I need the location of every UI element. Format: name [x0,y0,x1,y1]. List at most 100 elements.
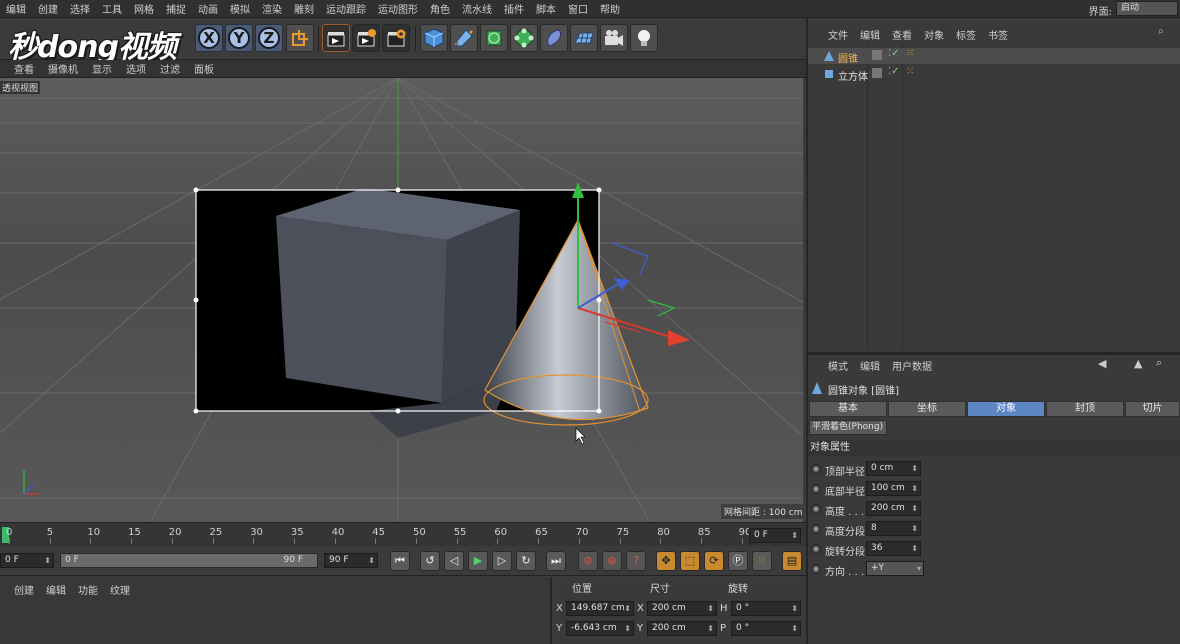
back-arrow-icon[interactable]: ◀ [1098,357,1106,370]
pen-spline-button[interactable] [450,24,478,52]
bottom-radius-field[interactable]: 100 cm [866,481,921,496]
size-x-field[interactable]: 200 cm [647,601,717,616]
tab-object[interactable]: 对象 [967,401,1045,417]
menu-mograph[interactable]: 运动图形 [372,1,424,16]
obj-menu-edit[interactable]: 编辑 [854,27,886,42]
autokey-button[interactable]: ⊛ [602,551,622,571]
visibility-check-icon[interactable]: ⁚✓ [888,48,900,59]
menu-motion-tracking[interactable]: 运动跟踪 [320,1,372,16]
menu-pipeline[interactable]: 流水线 [456,1,498,16]
size-y-field[interactable]: 200 cm [647,621,717,636]
record-keyframe-button[interactable]: ⊘ [578,551,598,571]
menu-select[interactable]: 选择 [64,1,96,16]
keyframe-selection-button[interactable]: ? [626,551,646,571]
menu-character[interactable]: 角色 [424,1,456,16]
menu-sculpt[interactable]: 雕刻 [288,1,320,16]
deformer-button[interactable] [540,24,568,52]
menu-mesh[interactable]: 网格 [128,1,160,16]
layer-icon[interactable] [872,68,882,78]
obj-menu-view[interactable]: 查看 [886,27,918,42]
menu-plugins[interactable]: 插件 [498,1,530,16]
y-axis-lock-button[interactable]: Y [225,24,253,52]
cloner-button[interactable] [510,24,538,52]
phong-tab[interactable]: 平滑着色(Phong) [809,420,887,435]
menu-edit[interactable]: 编辑 [0,1,32,16]
subdivision-surface-button[interactable] [480,24,508,52]
menu-simulate[interactable]: 模拟 [224,1,256,16]
mat-menu-create[interactable]: 创建 [8,582,40,597]
viewport-menu-panel[interactable]: 面板 [187,61,221,76]
attr-search-icon[interactable]: ⌕ [1156,356,1162,370]
position-y-field[interactable]: -6.643 cm [566,621,634,636]
menu-tools[interactable]: 工具 [96,1,128,16]
go-to-end-button[interactable]: ⏭ [546,551,566,571]
tag-dots-icon[interactable]: ⁙ [906,66,914,77]
previous-keyframe-button[interactable]: ↺ [420,551,440,571]
record-parameter-button[interactable]: Ⓟ [728,551,748,571]
menu-snap[interactable]: 捕捉 [160,1,192,16]
x-axis-lock-button[interactable]: X [195,24,223,52]
object-row-cube[interactable]: 立方体 ⁚✓ ⁙ [808,66,1180,83]
tag-dots-icon[interactable]: ⁙ [906,48,914,59]
timeline-ruler[interactable] [0,522,806,546]
floor-button[interactable] [570,24,598,52]
obj-menu-objects[interactable]: 对象 [918,27,950,42]
menu-script[interactable]: 脚本 [530,1,562,16]
light-button[interactable] [630,24,658,52]
rotation-segments-field[interactable]: 36 [866,541,921,556]
rotation-h-field[interactable]: 0 ° [731,601,801,616]
height-field[interactable]: 200 cm [866,501,921,516]
previous-frame-button[interactable]: ◁ [444,551,464,571]
play-button[interactable]: ▶ [468,551,488,571]
next-frame-button[interactable]: ▷ [492,551,512,571]
obj-search-icon[interactable]: ⌕ [1158,26,1164,37]
obj-menu-file[interactable]: 文件 [808,27,854,42]
tab-coord[interactable]: 坐标 [888,401,966,417]
render-view-button[interactable] [322,24,350,52]
mat-menu-function[interactable]: 功能 [72,582,104,597]
coordinate-system-button[interactable] [286,24,314,52]
up-arrow-icon[interactable]: ▲ [1134,357,1142,370]
position-x-field[interactable]: 149.687 cm [566,601,634,616]
orientation-dropdown[interactable]: +Y [866,561,924,576]
menu-animate[interactable]: 动画 [192,1,224,16]
tab-caps[interactable]: 封顶 [1046,401,1124,417]
attr-menu-edit[interactable]: 编辑 [854,358,886,373]
record-position-button[interactable]: ✥ [656,551,676,571]
tab-slice[interactable]: 切片 [1125,401,1180,417]
menu-window[interactable]: 窗口 [562,1,594,16]
mat-menu-edit[interactable]: 编辑 [40,582,72,597]
camera-button[interactable] [600,24,628,52]
start-frame-field[interactable]: 0 F [0,553,54,568]
viewport-menu-options[interactable]: 选项 [119,61,153,76]
viewport-menu-view[interactable]: 查看 [0,61,41,76]
viewport-menu-filter[interactable]: 过滤 [153,61,187,76]
record-rotation-button[interactable]: ⟳ [704,551,724,571]
obj-menu-tags[interactable]: 标签 [950,27,982,42]
menu-help[interactable]: 帮助 [594,1,626,16]
timeline-window-button[interactable]: ▤ [782,551,802,571]
add-cube-button[interactable] [420,24,448,52]
attr-menu-userdata[interactable]: 用户数据 [886,358,938,373]
menu-create[interactable]: 创建 [32,1,64,16]
viewport-menu-cameras[interactable]: 摄像机 [41,61,85,76]
render-to-picture-viewer-button[interactable] [352,24,380,52]
frame-range-slider[interactable]: 0 F 90 F [60,553,318,568]
mat-menu-texture[interactable]: 纹理 [104,582,136,597]
render-settings-button[interactable] [382,24,410,52]
layer-icon[interactable] [872,50,882,60]
record-point-level-button[interactable]: ⁙ [752,551,772,571]
height-segments-field[interactable]: 8 [866,521,921,536]
attr-menu-mode[interactable]: 模式 [808,358,854,373]
layout-select[interactable]: 启动 [1116,1,1178,16]
z-axis-lock-button[interactable]: Z [255,24,283,52]
go-to-start-button[interactable]: ⏮ [390,551,410,571]
object-row-cone[interactable]: 圆锥 ⁚✓ ⁙ [808,48,1180,65]
tab-basic[interactable]: 基本 [809,401,887,417]
top-radius-field[interactable]: 0 cm [866,461,921,476]
viewport-menu-display[interactable]: 显示 [85,61,119,76]
perspective-viewport[interactable] [0,78,803,522]
visibility-check-icon[interactable]: ⁚✓ [888,66,900,77]
menu-render[interactable]: 渲染 [256,1,288,16]
end-frame-field[interactable]: 90 F [324,553,378,568]
